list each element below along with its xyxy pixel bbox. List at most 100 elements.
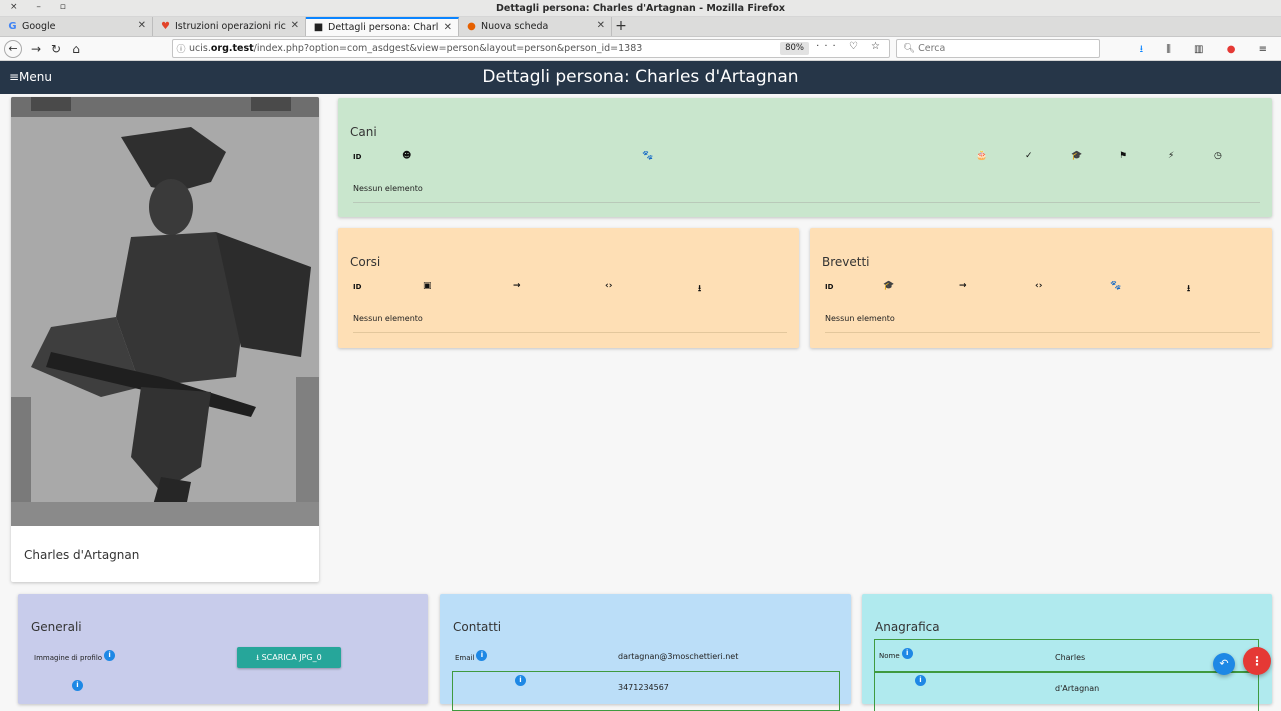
new-tab-button[interactable]: + bbox=[612, 17, 630, 36]
empty-message: Nessun elemento bbox=[353, 314, 423, 323]
close-icon[interactable]: ✕ bbox=[291, 20, 299, 31]
id-column-header[interactable]: ID bbox=[825, 283, 833, 291]
app-header: ≡Menu Dettagli persona: Charles d'Artagn… bbox=[0, 61, 1281, 94]
person-name: Charles d'Artagnan bbox=[24, 548, 140, 562]
generali-card: Generali Immagine di profilo i ⭳ SCARICA … bbox=[18, 594, 428, 704]
tab-bar: G Google ✕ ♥ Istruzioni operazioni ric ✕… bbox=[0, 17, 1281, 37]
tab-label: Dettagli persona: Charl bbox=[328, 22, 439, 33]
menu-icon: ≡ bbox=[1258, 44, 1277, 55]
menu-button[interactable]: ≡Menu bbox=[9, 70, 52, 84]
navigation-bar: ← → ↻ ⌂ ⓘ ucis.org.test/index.php?option… bbox=[0, 37, 1281, 61]
divider bbox=[353, 202, 1260, 203]
zoom-level[interactable]: 80% bbox=[780, 42, 809, 55]
forward-button[interactable]: → bbox=[26, 42, 46, 56]
divider bbox=[825, 332, 1260, 333]
person-photo bbox=[11, 97, 319, 526]
home-button[interactable]: ⌂ bbox=[66, 42, 86, 56]
download-icon[interactable]: ⭳ bbox=[1187, 281, 1190, 297]
arrow-right-icon[interactable]: → bbox=[513, 281, 521, 291]
profile-image-label: Immagine di profilo i bbox=[34, 650, 116, 662]
statue-image bbox=[11, 97, 319, 526]
arrow-right-icon[interactable]: → bbox=[959, 281, 967, 291]
email-label: Email i bbox=[455, 650, 488, 662]
brevetti-card: Brevetti ID 🎓 → ‹› 🐾 ⭳ Nessun elemento bbox=[810, 228, 1272, 348]
info-icon[interactable]: i bbox=[915, 675, 926, 686]
info-icon[interactable]: i bbox=[476, 650, 488, 661]
generali-title: Generali bbox=[31, 620, 82, 634]
paw-icon[interactable]: 🐾 bbox=[1110, 281, 1121, 291]
url-bar[interactable]: ⓘ ucis.org.test/index.php?option=com_asd… bbox=[172, 39, 890, 58]
id-column-header[interactable]: ID bbox=[353, 283, 361, 291]
google-icon: G bbox=[8, 21, 17, 32]
field-info: i bbox=[70, 680, 83, 691]
code-icon[interactable]: ‹› bbox=[605, 281, 612, 291]
id-column-header[interactable]: ID bbox=[353, 153, 361, 161]
firefox-icon: ● bbox=[467, 21, 476, 32]
cake-icon[interactable]: 🎂 bbox=[976, 151, 987, 161]
close-icon[interactable]: ✕ bbox=[138, 20, 146, 31]
email-value[interactable]: dartagnan@3moschettieri.net bbox=[618, 652, 738, 661]
cognome-value: d'Artagnan bbox=[1055, 684, 1100, 693]
window-title: Dettagli persona: Charles d'Artagnan - M… bbox=[496, 3, 785, 14]
bell-icon[interactable]: ⚑ bbox=[1119, 151, 1127, 161]
phone-row: i 3471234567 bbox=[452, 671, 840, 711]
book-icon[interactable]: ▣ bbox=[423, 281, 432, 291]
more-actions-button[interactable]: ⋮ bbox=[1243, 647, 1271, 675]
tab-label: Istruzioni operazioni ric bbox=[175, 21, 286, 32]
info-icon[interactable]: i bbox=[901, 648, 913, 659]
empty-message: Nessun elemento bbox=[825, 314, 895, 323]
corsi-table-header: ID ▣ → ‹› ⭳ bbox=[353, 281, 787, 297]
window-titlebar: × – ▫ Dettagli persona: Charles d'Artagn… bbox=[0, 0, 1281, 17]
corsi-card: Corsi ID ▣ → ‹› ⭳ Nessun elemento bbox=[338, 228, 799, 348]
code-icon[interactable]: ‹› bbox=[1035, 281, 1042, 291]
tab-label: Google bbox=[22, 21, 56, 32]
empty-message: Nessun elemento bbox=[353, 184, 423, 193]
graduation-icon[interactable]: 🎓 bbox=[883, 281, 894, 291]
person-photo-card: Charles d'Artagnan bbox=[11, 97, 319, 582]
contatti-card: Contatti Email i dartagnan@3moschettieri.… bbox=[440, 594, 851, 711]
cani-card: Cani ID ☻ 🐾 🎂 ✓ 🎓 ⚑ ⚡ ◷ Nessun elemento bbox=[338, 98, 1272, 217]
main-content: Charles d'Artagnan Cani ID ☻ 🐾 🎂 ✓ 🎓 ⚑ ⚡… bbox=[0, 94, 1281, 711]
close-icon[interactable]: ✕ bbox=[444, 22, 452, 33]
close-icon[interactable]: ✕ bbox=[597, 20, 605, 31]
cani-title: Cani bbox=[350, 125, 377, 139]
library-icon: ⫼ bbox=[1166, 44, 1181, 55]
tab-istruzioni[interactable]: ♥ Istruzioni operazioni ric ✕ bbox=[153, 17, 306, 36]
divider bbox=[353, 332, 787, 333]
window-controls[interactable]: × – ▫ bbox=[10, 2, 74, 12]
info-icon[interactable]: ⓘ bbox=[173, 42, 189, 55]
flash-icon[interactable]: ⚡ bbox=[1168, 151, 1174, 161]
nome-label: Nome i bbox=[879, 648, 913, 660]
tab-google[interactable]: G Google ✕ bbox=[0, 17, 153, 36]
addon-icon: ● bbox=[1226, 44, 1246, 55]
face-icon[interactable]: ☻ bbox=[402, 151, 411, 161]
cognome-row: i d'Artagnan bbox=[874, 672, 1259, 711]
info-icon[interactable]: i bbox=[515, 675, 526, 686]
info-icon[interactable]: i bbox=[104, 650, 116, 661]
info-icon[interactable]: i bbox=[72, 680, 83, 691]
toolbar-icons[interactable]: ⭳ ⫼ ▥ ● ≡ bbox=[1140, 42, 1277, 59]
download-icon[interactable]: ⭳ bbox=[698, 281, 701, 297]
download-icon: ⭳ bbox=[1139, 44, 1154, 55]
check-icon[interactable]: ✓ bbox=[1025, 151, 1033, 161]
page-title: Dettagli persona: Charles d'Artagnan bbox=[482, 67, 799, 87]
back-button[interactable]: ← bbox=[4, 39, 22, 58]
download-jpg-button[interactable]: ⭳ SCARICA JPG_0 bbox=[237, 647, 341, 668]
corsi-title: Corsi bbox=[350, 255, 381, 269]
paw-icon[interactable]: 🐾 bbox=[642, 151, 653, 161]
sidebar-icon: ▥ bbox=[1194, 44, 1214, 55]
reload-button[interactable]: ↻ bbox=[46, 42, 66, 56]
url-text[interactable]: ucis.org.test/index.php?option=com_asdge… bbox=[189, 43, 642, 54]
page-actions[interactable]: ··· ♡ ☆ bbox=[816, 41, 885, 52]
undo-button[interactable]: ↶ bbox=[1213, 653, 1235, 675]
tab-nuova-scheda[interactable]: ● Nuova scheda ✕ bbox=[459, 17, 612, 36]
anagrafica-title: Anagrafica bbox=[875, 620, 940, 634]
brevetti-title: Brevetti bbox=[822, 255, 870, 269]
tab-dettagli-persona[interactable]: ■ Dettagli persona: Charl ✕ bbox=[306, 17, 459, 36]
graduation-icon[interactable]: 🎓 bbox=[1071, 151, 1082, 161]
nome-value: Charles bbox=[1055, 653, 1086, 662]
search-input[interactable]: 🔍︎ Cerca bbox=[896, 39, 1100, 58]
clock-icon[interactable]: ◷ bbox=[1214, 151, 1222, 161]
nome-row: Nome i Charles bbox=[874, 639, 1259, 672]
phone-value[interactable]: 3471234567 bbox=[618, 683, 669, 692]
